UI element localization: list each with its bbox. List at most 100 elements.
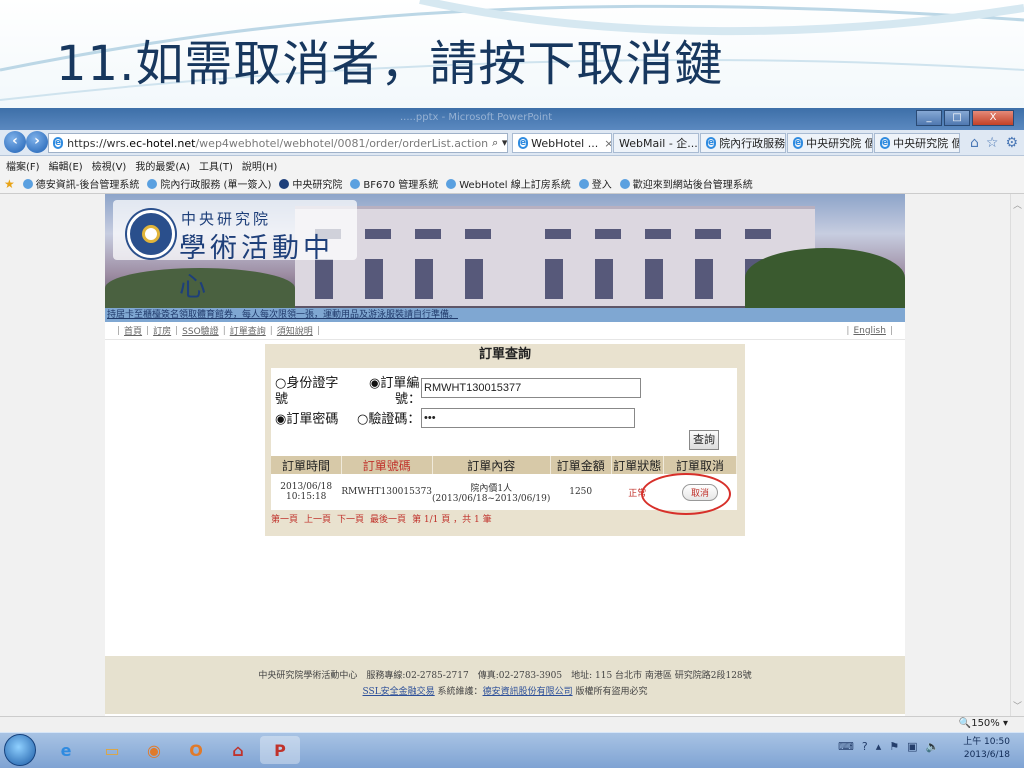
menu-view[interactable]: 檢視(V) xyxy=(92,158,127,173)
fav-label: 院內行政服務 (單一簽入) xyxy=(160,180,272,191)
password-input[interactable]: ••• xyxy=(421,408,635,428)
network-icon[interactable]: ▣ xyxy=(907,740,917,753)
volume-icon[interactable]: 🔈 xyxy=(926,740,940,753)
tab-webmail[interactable]: WebMail - 企... xyxy=(613,133,699,153)
tab-label: WebHotel ... xyxy=(531,136,599,150)
show-hidden-icon[interactable]: ▴ xyxy=(876,740,882,753)
ie-icon xyxy=(446,178,457,189)
sinica-seal-icon xyxy=(127,210,175,258)
zoom-icon: 🔍 xyxy=(958,718,972,729)
fav-item[interactable]: 中央研究院 xyxy=(279,176,342,191)
cell-order-amount: 1250 xyxy=(550,474,612,510)
powerpoint-icon[interactable]: P xyxy=(260,736,300,764)
footer-contact: 中央研究院學術活動中心 服務專線:02-2785-2717 傳真:02-2783… xyxy=(258,671,752,681)
site-banner: 中央研究院 學術活動中心 xyxy=(105,194,905,308)
pager-prev[interactable]: 上一頁 xyxy=(304,512,331,525)
nav-english[interactable]: English xyxy=(853,326,886,336)
menu-favorites[interactable]: 我的最愛(A) xyxy=(135,158,190,173)
pager-next[interactable]: 下一頁 xyxy=(337,512,364,525)
maximize-button[interactable]: □ xyxy=(944,110,970,126)
fav-item[interactable]: 院內行政服務 (單一簽入) xyxy=(147,176,271,191)
close-tab-icon[interactable]: × xyxy=(604,137,611,150)
fav-label: WebHotel 線上訂房系統 xyxy=(459,180,571,191)
fav-item[interactable]: WebHotel 線上訂房系統 xyxy=(446,176,571,191)
radio-order-password[interactable]: ◉訂單密碼 xyxy=(275,408,338,427)
keyboard-icon[interactable]: ⌨ xyxy=(838,740,854,753)
col-order-number[interactable]: 訂單號碼 xyxy=(341,456,433,474)
help-icon[interactable]: ? xyxy=(862,740,868,753)
ie-icon xyxy=(147,178,158,189)
logo[interactable]: 中央研究院 學術活動中心 xyxy=(113,200,357,303)
home-app-icon[interactable]: ⌂ xyxy=(218,736,258,764)
fav-item[interactable]: 歡迎來到網站後台管理系統 xyxy=(619,176,753,191)
cell-order-content: 院內價1人 (2013/06/18~2013/06/19) xyxy=(432,474,551,510)
ie-icon xyxy=(619,178,630,189)
fav-label: 歡迎來到網站後台管理系統 xyxy=(632,180,753,191)
query-button[interactable]: 查詢 xyxy=(689,430,719,450)
tab-admin-service[interactable]: e院內行政服務 ... xyxy=(700,133,786,153)
close-button[interactable]: X xyxy=(972,110,1014,126)
address-bar[interactable]: e https://wrs. ec-hotel.net/wep4webhotel/… xyxy=(48,133,508,153)
ie-icon: e xyxy=(53,137,64,149)
col-order-content: 訂單內容 xyxy=(432,456,551,474)
footer-maintainer-label: 系統維護： xyxy=(434,687,483,697)
tab-webhotel[interactable]: eWebHotel ... × xyxy=(512,133,612,153)
gear-icon[interactable]: ⚙ xyxy=(1005,135,1018,151)
pager-first[interactable]: 第一頁 xyxy=(271,512,298,525)
menu-edit[interactable]: 編輯(E) xyxy=(49,158,83,173)
sinica-icon xyxy=(279,178,290,189)
tab-sinica-1[interactable]: e中央研究院 個... xyxy=(787,133,873,153)
home-icon[interactable]: ⌂ xyxy=(970,135,979,151)
tab-label: 院內行政服務 ... xyxy=(719,137,786,150)
menu-tools[interactable]: 工具(T) xyxy=(199,158,233,173)
start-button[interactable] xyxy=(4,734,36,766)
ie-taskbar-icon[interactable]: e xyxy=(46,736,86,764)
notice-link[interactable]: 持居卡至櫃檯簽名領取體育館券，每人每次限領一張，運動用品及游泳服裝請自行準備。 xyxy=(105,308,905,322)
zoom-level[interactable]: 🔍150% ▾ xyxy=(959,718,1008,729)
radio-captcha[interactable]: ○驗證碼： xyxy=(357,408,420,427)
footer-line2: SSL安全金融交易 系統維護：德安資訊股份有限公司 版權所有盜用必究 xyxy=(105,684,905,700)
media-player-icon[interactable]: ◉ xyxy=(134,736,174,764)
nav-notes[interactable]: 須知說明 xyxy=(277,324,313,337)
flag-icon[interactable]: ⚑ xyxy=(889,740,899,753)
menu-file[interactable]: 檔案(F) xyxy=(6,158,40,173)
nav-home[interactable]: 首頁 xyxy=(124,324,142,337)
favorites-bar: ★ 德安資訊-後台管理系統 院內行政服務 (單一簽入) 中央研究院 BF670 … xyxy=(0,174,1024,194)
tab-label: WebMail - 企... xyxy=(619,137,698,150)
nav-order-query[interactable]: 訂單查詢 xyxy=(230,324,266,337)
scroll-down-icon[interactable]: ﹀ xyxy=(1013,699,1022,712)
order-number-input[interactable]: RMWHT130015377 xyxy=(421,378,641,398)
radio-id-number-cont: 號 xyxy=(275,392,289,407)
status-bar xyxy=(0,716,1024,732)
scroll-up-icon[interactable]: ︿ xyxy=(1013,198,1022,211)
favorites-icon[interactable]: ☆ xyxy=(986,135,999,151)
nav-booking[interactable]: 訂房 xyxy=(153,324,171,337)
pager-last[interactable]: 最後一頁 xyxy=(370,512,406,525)
logo-center-name: 學術活動中心 xyxy=(179,233,334,303)
minimize-button[interactable]: _ xyxy=(916,110,942,126)
order-date: 2013/06/18 xyxy=(280,482,333,492)
menu-help[interactable]: 說明(H) xyxy=(242,158,277,173)
outlook-icon[interactable]: O xyxy=(176,736,216,764)
folder-icon[interactable]: ▭ xyxy=(92,736,132,764)
footer-ssl-link[interactable]: SSL安全金融交易 xyxy=(363,687,435,697)
pager-info: 第 1/1 頁 ，共 1 筆 xyxy=(412,515,492,525)
slide-title: 11.如需取消者，請按下取消鍵 xyxy=(56,36,724,92)
ie-icon: e xyxy=(518,137,529,149)
building-image xyxy=(295,206,815,306)
site-nav: | 首頁 | 訂房 | SSO驗證 | 訂單查詢 | 須知說明 | | English | xyxy=(105,322,905,340)
vertical-scrollbar[interactable]: ︿ ﹀ xyxy=(1010,194,1024,716)
clock[interactable]: 上午 10:50 2013/6/18 xyxy=(963,736,1010,762)
fav-item[interactable]: BF670 管理系統 xyxy=(350,176,438,191)
tab-sinica-2[interactable]: e中央研究院 個... xyxy=(874,133,960,153)
footer-company-link[interactable]: 德安資訊股份有限公司 xyxy=(483,687,573,697)
fav-item[interactable]: 登入 xyxy=(578,176,612,191)
zoom-value: 150% xyxy=(971,718,1000,729)
forward-icon[interactable]: › xyxy=(26,131,48,153)
back-icon[interactable]: ‹ xyxy=(4,131,26,153)
cell-order-number: RMWHT130015373 xyxy=(341,474,433,510)
fav-item[interactable]: 德安資訊-後台管理系統 xyxy=(22,176,139,191)
star-icon[interactable]: ★ xyxy=(4,177,15,191)
nav-sso[interactable]: SSO驗證 xyxy=(182,324,219,337)
address-tools[interactable]: ⌕ ▾ 🔒 ↻ xyxy=(492,136,507,150)
